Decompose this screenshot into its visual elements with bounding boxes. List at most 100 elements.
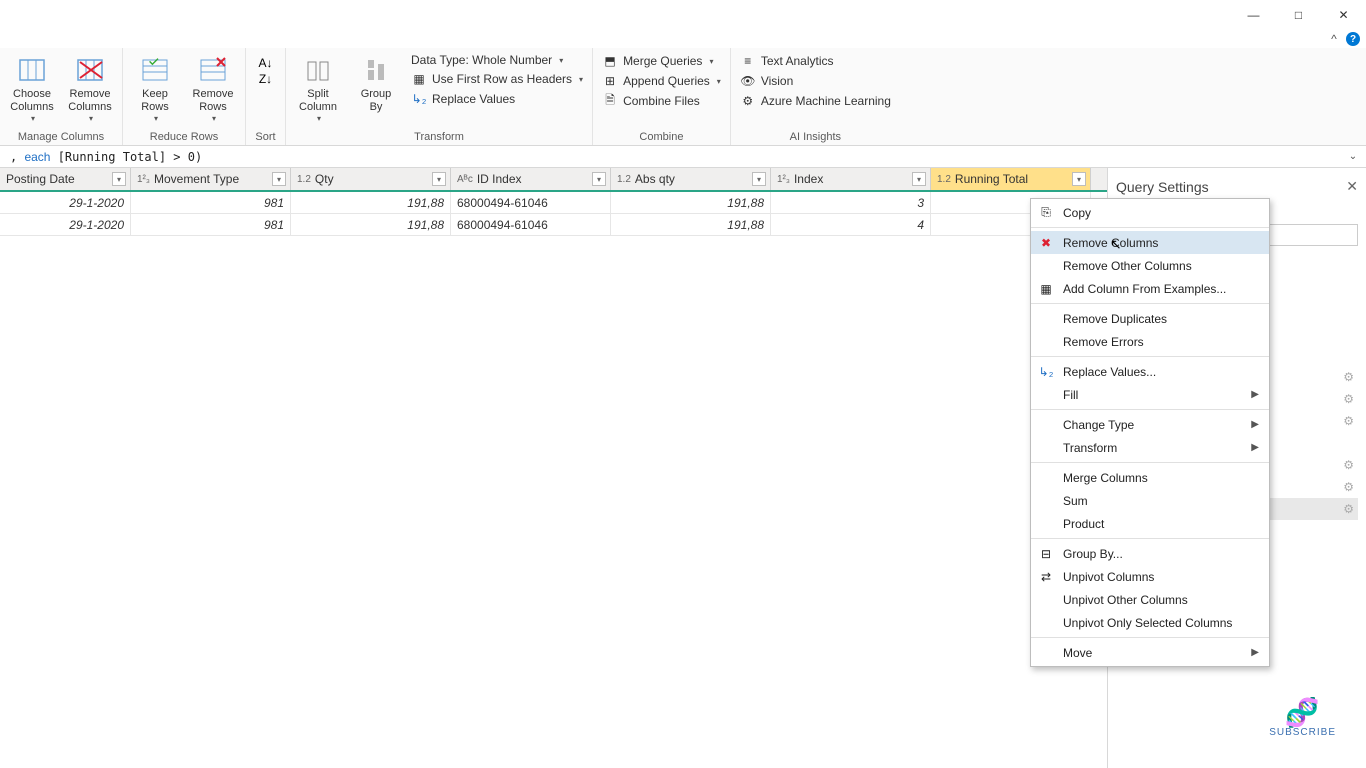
gear-icon[interactable]: ⚙ <box>1343 458 1354 472</box>
menu-remove-errors[interactable]: Remove Errors <box>1031 330 1269 353</box>
menu-separator <box>1031 227 1269 228</box>
minimize-button[interactable]: — <box>1231 0 1276 30</box>
filter-icon[interactable]: ▾ <box>112 172 126 186</box>
gear-icon[interactable]: ⚙ <box>1343 370 1354 384</box>
split-column-icon <box>302 54 334 86</box>
column-index[interactable]: 1²₃ Index ▾ <box>771 168 931 190</box>
menu-move[interactable]: Move▶ <box>1031 641 1269 664</box>
menu-remove-columns[interactable]: ✖Remove Columns <box>1031 231 1269 254</box>
formula-text[interactable]: , each [Running Total] > 0) <box>4 150 1344 164</box>
menu-remove-other-columns[interactable]: Remove Other Columns <box>1031 254 1269 277</box>
maximize-button[interactable]: □ <box>1276 0 1321 30</box>
split-column-button[interactable]: Split Column▾ <box>292 52 344 124</box>
menu-change-type[interactable]: Change Type▶ <box>1031 413 1269 436</box>
column-abs-qty[interactable]: 1.2 Abs qty ▾ <box>611 168 771 190</box>
group-combine: ⬒Merge Queries▾ ⊞Append Queries▾ 🗎Combin… <box>593 48 731 145</box>
remove-icon: ✖ <box>1037 236 1055 250</box>
combine-files-button[interactable]: 🗎Combine Files <box>599 92 724 110</box>
group-label-reduce-rows: Reduce Rows <box>129 129 239 143</box>
text-analytics-label: Text Analytics <box>761 54 834 68</box>
cell-date: 29-1-2020 <box>0 214 131 235</box>
gear-icon[interactable]: ⚙ <box>1343 392 1354 406</box>
headers-icon: ▦ <box>411 71 427 87</box>
menu-product[interactable]: Product <box>1031 512 1269 535</box>
use-first-row-button[interactable]: ▦Use First Row as Headers▾ <box>408 70 586 88</box>
remove-rows-icon <box>197 54 229 86</box>
menu-separator <box>1031 356 1269 357</box>
sort-desc-button[interactable]: Z↓ <box>259 72 272 86</box>
table-row[interactable]: 29-1-2020 981 191,88 68000494-61046 191,… <box>0 192 1107 214</box>
gear-icon[interactable]: ⚙ <box>1343 480 1354 494</box>
group-transform: Split Column▾ Group By Data Type: Whole … <box>286 48 593 145</box>
column-qty[interactable]: 1.2 Qty ▾ <box>291 168 451 190</box>
submenu-arrow-icon: ▶ <box>1251 442 1259 453</box>
table-row[interactable]: 29-1-2020 981 191,88 68000494-61046 191,… <box>0 214 1107 236</box>
column-posting-date[interactable]: Posting Date ▾ <box>0 168 131 190</box>
data-type-label: Data Type: Whole Number <box>411 53 552 67</box>
column-label: Running Total <box>955 172 1028 186</box>
dna-icon: 🧬 <box>1269 699 1336 727</box>
split-column-label: Split Column <box>299 88 337 114</box>
menu-separator <box>1031 538 1269 539</box>
group-by-label: Group By <box>361 88 392 114</box>
ribbon: Choose Columns▾ Remove Columns▾ Manage C… <box>0 48 1366 146</box>
remove-rows-button[interactable]: Remove Rows▾ <box>187 52 239 124</box>
formula-bar[interactable]: , each [Running Total] > 0) ⌄ <box>0 146 1366 168</box>
keep-rows-icon <box>139 54 171 86</box>
close-panel-icon[interactable]: ✕ <box>1346 178 1358 195</box>
menu-unpivot-other[interactable]: Unpivot Other Columns <box>1031 588 1269 611</box>
ribbon-collapse-icon[interactable]: ^ <box>1326 31 1342 47</box>
remove-columns-button[interactable]: Remove Columns▾ <box>64 52 116 124</box>
menu-replace-values[interactable]: ↳₂Replace Values... <box>1031 360 1269 383</box>
replace-values-button[interactable]: ↳₂Replace Values <box>408 90 586 108</box>
append-queries-button[interactable]: ⊞Append Queries▾ <box>599 72 724 90</box>
menu-unpivot[interactable]: ⇄Unpivot Columns <box>1031 565 1269 588</box>
keep-rows-button[interactable]: Keep Rows▾ <box>129 52 181 124</box>
filter-icon[interactable]: ▾ <box>432 172 446 186</box>
column-label: Qty <box>315 172 334 186</box>
column-id-index[interactable]: Aᴮc ID Index ▾ <box>451 168 611 190</box>
merge-queries-button[interactable]: ⬒Merge Queries▾ <box>599 52 724 70</box>
filter-icon[interactable]: ▾ <box>272 172 286 186</box>
menu-group-by[interactable]: ⊟Group By... <box>1031 542 1269 565</box>
group-label-manage-columns: Manage Columns <box>6 129 116 143</box>
column-label: Index <box>794 172 823 186</box>
gear-icon[interactable]: ⚙ <box>1343 502 1354 516</box>
column-running-total[interactable]: 1.2 Running Total ▾ <box>931 168 1091 190</box>
text-analytics-button[interactable]: ≡ Text Analytics <box>737 52 894 70</box>
menu-copy[interactable]: ⎘Copy <box>1031 201 1269 224</box>
filter-icon[interactable]: ▾ <box>1072 172 1086 186</box>
menu-fill[interactable]: Fill▶ <box>1031 383 1269 406</box>
menu-add-from-examples[interactable]: ▦Add Column From Examples... <box>1031 277 1269 300</box>
choose-columns-button[interactable]: Choose Columns▾ <box>6 52 58 124</box>
menu-unpivot-selected[interactable]: Unpivot Only Selected Columns <box>1031 611 1269 634</box>
menu-merge-columns[interactable]: Merge Columns <box>1031 466 1269 489</box>
table-columns-icon <box>16 54 48 86</box>
column-label: ID Index <box>477 172 522 186</box>
sort-asc-button[interactable]: A↓ <box>258 56 272 70</box>
filter-icon[interactable]: ▾ <box>752 172 766 186</box>
type-dec-icon: 1.2 <box>617 174 631 185</box>
filter-icon[interactable]: ▾ <box>592 172 606 186</box>
vision-button[interactable]: 👁Vision <box>737 72 894 90</box>
menu-remove-duplicates[interactable]: Remove Duplicates <box>1031 307 1269 330</box>
menu-transform[interactable]: Transform▶ <box>1031 436 1269 459</box>
formula-dropdown[interactable]: ⌄ <box>1344 151 1362 162</box>
close-button[interactable]: ✕ <box>1321 0 1366 30</box>
data-type-button[interactable]: Data Type: Whole Number▾ <box>408 52 586 68</box>
remove-column-icon <box>74 54 106 86</box>
column-context-menu: ⎘Copy ✖Remove Columns Remove Other Colum… <box>1030 198 1270 667</box>
cell-id: 68000494-61046 <box>451 214 611 235</box>
merge-icon: ⬒ <box>602 53 618 69</box>
group-by-button[interactable]: Group By <box>350 52 402 114</box>
column-label: Movement Type <box>154 172 239 186</box>
column-movement-type[interactable]: 1²₃ Movement Type ▾ <box>131 168 291 190</box>
azure-ml-button[interactable]: ⚙Azure Machine Learning <box>737 92 894 110</box>
cell-idx: 3 <box>771 192 931 213</box>
menu-sum[interactable]: Sum <box>1031 489 1269 512</box>
filter-icon[interactable]: ▾ <box>912 172 926 186</box>
text-analytics-icon: ≡ <box>740 53 756 69</box>
help-icon[interactable]: ? <box>1346 32 1360 46</box>
gear-icon[interactable]: ⚙ <box>1343 414 1354 428</box>
submenu-arrow-icon: ▶ <box>1251 419 1259 430</box>
